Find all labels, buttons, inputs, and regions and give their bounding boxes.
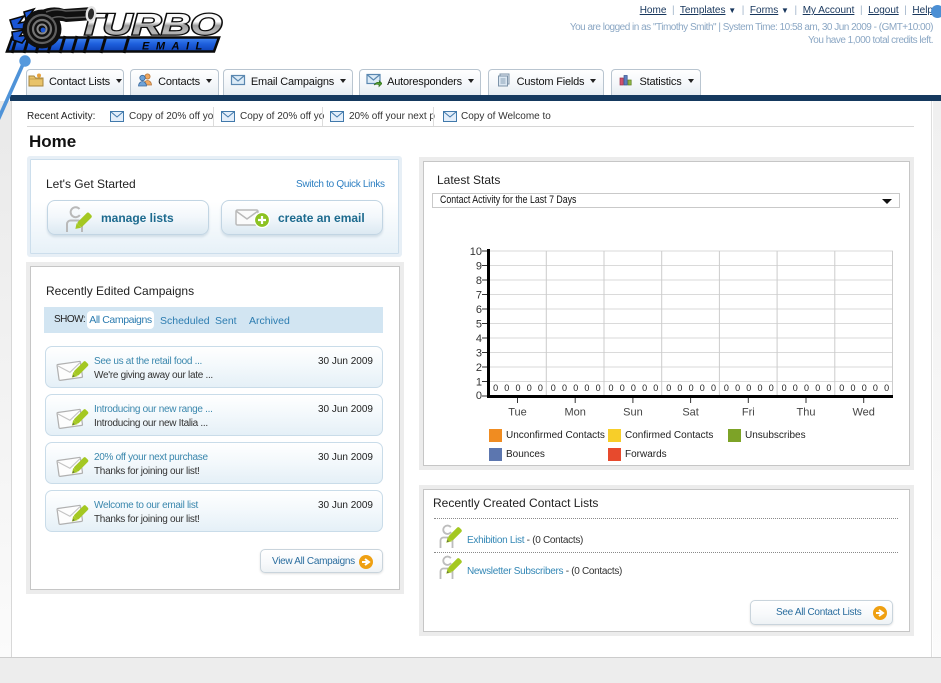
svg-text:0: 0: [620, 383, 625, 393]
svg-text:0: 0: [700, 383, 705, 393]
svg-text:0: 0: [493, 383, 498, 393]
svg-text:0: 0: [724, 383, 729, 393]
svg-text:0: 0: [793, 383, 798, 393]
svg-text:5: 5: [476, 319, 482, 331]
svg-text:Sun: Sun: [623, 407, 643, 419]
svg-text:4: 4: [476, 333, 482, 345]
svg-text:0: 0: [573, 383, 578, 393]
svg-text:TURBO: TURBO: [78, 9, 222, 42]
svg-text:0: 0: [562, 383, 567, 393]
svg-text:1: 1: [476, 377, 482, 389]
svg-text:0: 0: [609, 383, 614, 393]
svg-text:0: 0: [689, 383, 694, 393]
svg-text:0: 0: [782, 383, 787, 393]
svg-text:7: 7: [476, 290, 482, 302]
svg-text:3: 3: [476, 348, 482, 360]
svg-text:0: 0: [735, 383, 740, 393]
svg-text:0: 0: [666, 383, 671, 393]
svg-text:0: 0: [804, 383, 809, 393]
svg-text:2: 2: [476, 362, 482, 374]
svg-text:0: 0: [769, 383, 774, 393]
svg-text:0: 0: [631, 383, 636, 393]
svg-text:0: 0: [746, 383, 751, 393]
svg-text:10: 10: [470, 246, 482, 258]
svg-text:8: 8: [476, 275, 482, 287]
svg-text:0: 0: [596, 383, 601, 393]
svg-text:0: 0: [584, 383, 589, 393]
svg-text:Wed: Wed: [852, 407, 874, 419]
svg-text:9: 9: [476, 261, 482, 273]
svg-text:0: 0: [839, 383, 844, 393]
svg-text:0: 0: [677, 383, 682, 393]
svg-text:0: 0: [758, 383, 763, 393]
svg-text:0: 0: [851, 383, 856, 393]
svg-text:Fri: Fri: [742, 407, 755, 419]
svg-text:0: 0: [653, 383, 658, 393]
svg-text:EMAIL: EMAIL: [142, 41, 209, 53]
svg-text:Thu: Thu: [797, 407, 816, 419]
svg-text:Sat: Sat: [682, 407, 699, 419]
svg-text:6: 6: [476, 304, 482, 316]
svg-text:0: 0: [527, 383, 532, 393]
svg-text:0: 0: [504, 383, 509, 393]
svg-text:0: 0: [815, 383, 820, 393]
svg-text:Mon: Mon: [564, 407, 585, 419]
svg-text:0: 0: [476, 390, 482, 402]
svg-text:Tue: Tue: [508, 407, 527, 419]
svg-text:0: 0: [538, 383, 543, 393]
svg-text:0: 0: [551, 383, 556, 393]
svg-text:0: 0: [826, 383, 831, 393]
svg-text:0: 0: [862, 383, 867, 393]
svg-text:0: 0: [711, 383, 716, 393]
svg-text:0: 0: [884, 383, 889, 393]
svg-text:0: 0: [642, 383, 647, 393]
svg-text:0: 0: [873, 383, 878, 393]
svg-text:0: 0: [516, 383, 521, 393]
